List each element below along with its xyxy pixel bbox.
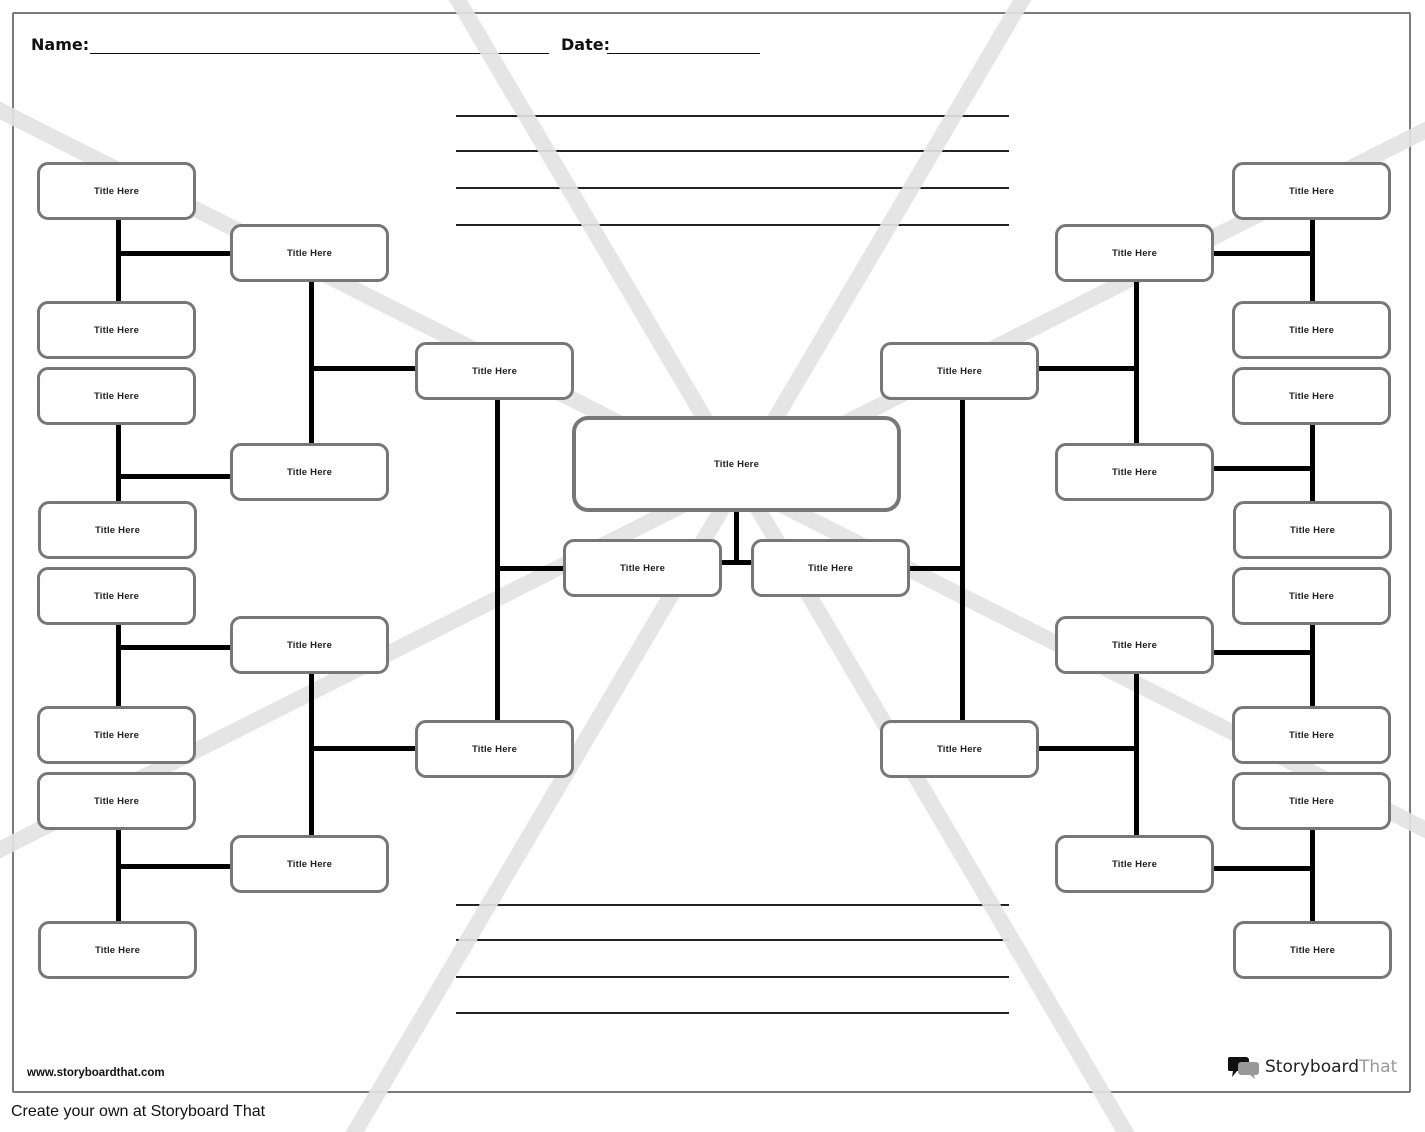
connector [116,645,230,650]
node-right-outer-4[interactable]: Title Here [1233,501,1392,559]
connector [309,746,415,751]
connector [495,400,500,720]
node-right-outer-8[interactable]: Title Here [1233,921,1392,979]
node-left-inner-1[interactable]: Title Here [415,342,574,400]
connector [116,474,230,479]
connector [116,830,121,921]
connector [116,625,121,706]
writing-line-bottom-2[interactable] [456,939,1009,941]
node-right-mid-4[interactable]: Title Here [1055,835,1214,893]
connector [1310,830,1315,921]
node-left-outer-6[interactable]: Title Here [37,706,196,764]
connector [495,566,563,571]
node-right-mid-3[interactable]: Title Here [1055,616,1214,674]
connector [1214,251,1312,256]
connector [1310,220,1315,301]
connector [1039,366,1136,371]
connector [1214,866,1312,871]
connector [960,400,965,720]
node-left-outer-3[interactable]: Title Here [37,367,196,425]
node-right-outer-2[interactable]: Title Here [1232,301,1391,359]
node-right-mid-2[interactable]: Title Here [1055,443,1214,501]
writing-line-top-2[interactable] [456,150,1009,152]
connector [309,282,314,443]
connector [1134,674,1139,835]
node-left-outer-7[interactable]: Title Here [37,772,196,830]
node-left-mid-4[interactable]: Title Here [230,835,389,893]
node-right-outer-1[interactable]: Title Here [1232,162,1391,220]
brand-name-part2: That [1359,1057,1398,1077]
center-child-right[interactable]: Title Here [751,539,910,597]
node-left-outer-5[interactable]: Title Here [37,567,196,625]
connector [1310,625,1315,706]
node-right-inner-2[interactable]: Title Here [880,720,1039,778]
central-node[interactable]: Title Here [572,416,901,512]
node-right-inner-1[interactable]: Title Here [880,342,1039,400]
node-left-outer-8[interactable]: Title Here [38,921,197,979]
writing-line-top-4[interactable] [456,224,1009,226]
connector [116,251,230,256]
name-label: Name: [31,35,90,54]
writing-line-bottom-1[interactable] [456,904,1009,906]
connector [1310,425,1315,501]
speech-bubbles-icon [1228,1057,1259,1079]
date-field[interactable] [607,53,760,54]
connector [116,425,121,501]
node-right-outer-7[interactable]: Title Here [1232,772,1391,830]
node-right-outer-3[interactable]: Title Here [1232,367,1391,425]
connector [1214,466,1312,471]
node-left-mid-3[interactable]: Title Here [230,616,389,674]
connector [116,220,121,301]
connector [910,566,963,571]
writing-line-top-3[interactable] [456,187,1009,189]
connector [1134,282,1139,443]
node-right-outer-6[interactable]: Title Here [1232,706,1391,764]
name-field[interactable] [90,53,549,54]
brand-logo[interactable]: StoryboardThat [1228,1055,1397,1079]
node-left-outer-4[interactable]: Title Here [38,501,197,559]
center-child-left[interactable]: Title Here [563,539,722,597]
connector [309,366,415,371]
writing-line-bottom-3[interactable] [456,976,1009,978]
writing-line-top-1[interactable] [456,115,1009,117]
connector [116,864,230,869]
footer-cta-link[interactable]: Create your own at Storyboard That [11,1103,265,1121]
brand-name-part1: Storyboard [1265,1057,1359,1077]
node-left-outer-2[interactable]: Title Here [37,301,196,359]
date-label: Date: [561,35,610,54]
connector [1039,746,1136,751]
connector [734,511,739,562]
node-right-mid-1[interactable]: Title Here [1055,224,1214,282]
node-left-inner-2[interactable]: Title Here [415,720,574,778]
footer-url[interactable]: www.storyboardthat.com [27,1067,165,1079]
node-left-mid-1[interactable]: Title Here [230,224,389,282]
node-left-outer-1[interactable]: Title Here [37,162,196,220]
connector [1214,650,1312,655]
node-left-mid-2[interactable]: Title Here [230,443,389,501]
node-right-outer-5[interactable]: Title Here [1232,567,1391,625]
connector [722,560,751,565]
writing-line-bottom-4[interactable] [456,1012,1009,1014]
connector [309,674,314,835]
